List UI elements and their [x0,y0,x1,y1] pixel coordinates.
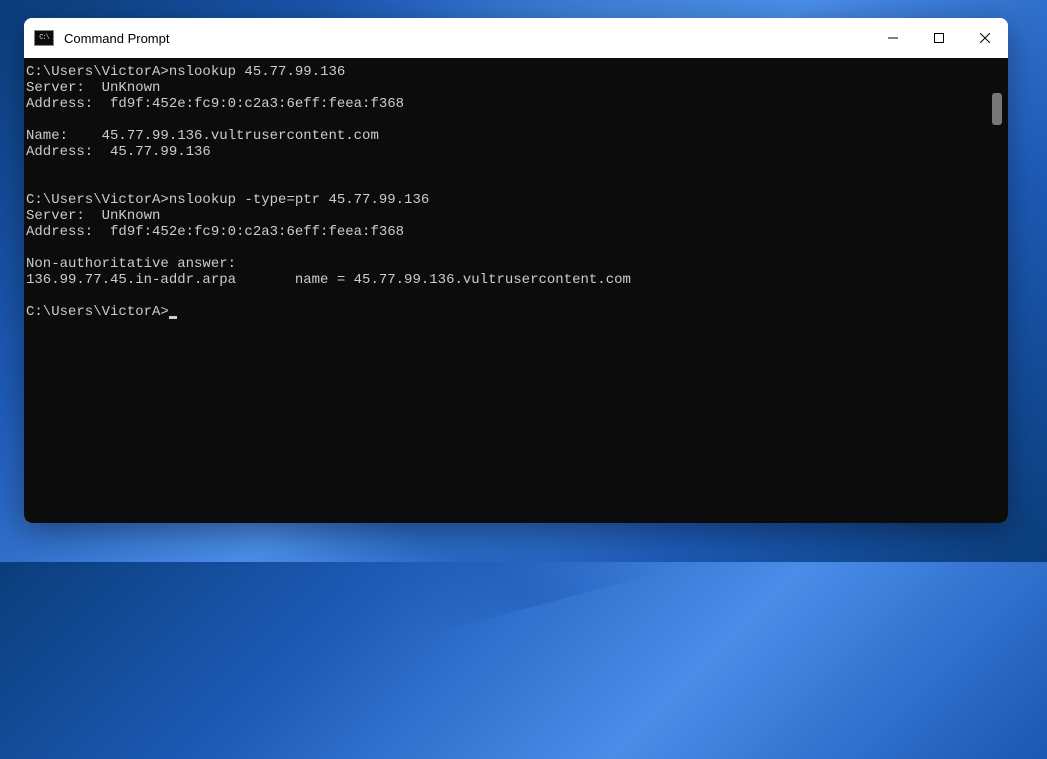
terminal-line: Non-authoritative answer: [26,256,236,272]
terminal-line: 136.99.77.45.in-addr.arpa name = 45.77.9… [26,272,631,288]
cmd-icon: C:\ [34,30,54,46]
command-prompt-window: C:\ Command Prompt C:\Users\VictorA>nslo… [24,18,1008,523]
terminal-output[interactable]: C:\Users\VictorA>nslookup 45.77.99.136 S… [26,64,1006,320]
cursor [169,316,177,319]
terminal-line: Server: UnKnown [26,208,160,224]
window-title: Command Prompt [64,31,870,46]
terminal-line: Address: fd9f:452e:fc9:0:c2a3:6eff:feea:… [26,96,404,112]
window-controls [870,18,1008,58]
terminal-area[interactable]: C:\Users\VictorA>nslookup 45.77.99.136 S… [24,58,1008,523]
terminal-line: C:\Users\VictorA>nslookup -type=ptr 45.7… [26,192,429,208]
terminal-line: Address: 45.77.99.136 [26,144,211,160]
terminal-line: Server: UnKnown [26,80,160,96]
terminal-line: C:\Users\VictorA>nslookup 45.77.99.136 [26,64,345,80]
terminal-line: Address: fd9f:452e:fc9:0:c2a3:6eff:feea:… [26,224,404,240]
minimize-button[interactable] [870,18,916,58]
terminal-line: Name: 45.77.99.136.vultrusercontent.com [26,128,379,144]
titlebar[interactable]: C:\ Command Prompt [24,18,1008,58]
scrollbar-thumb[interactable] [992,93,1002,125]
terminal-line: C:\Users\VictorA> [26,304,169,320]
close-button[interactable] [962,18,1008,58]
maximize-button[interactable] [916,18,962,58]
